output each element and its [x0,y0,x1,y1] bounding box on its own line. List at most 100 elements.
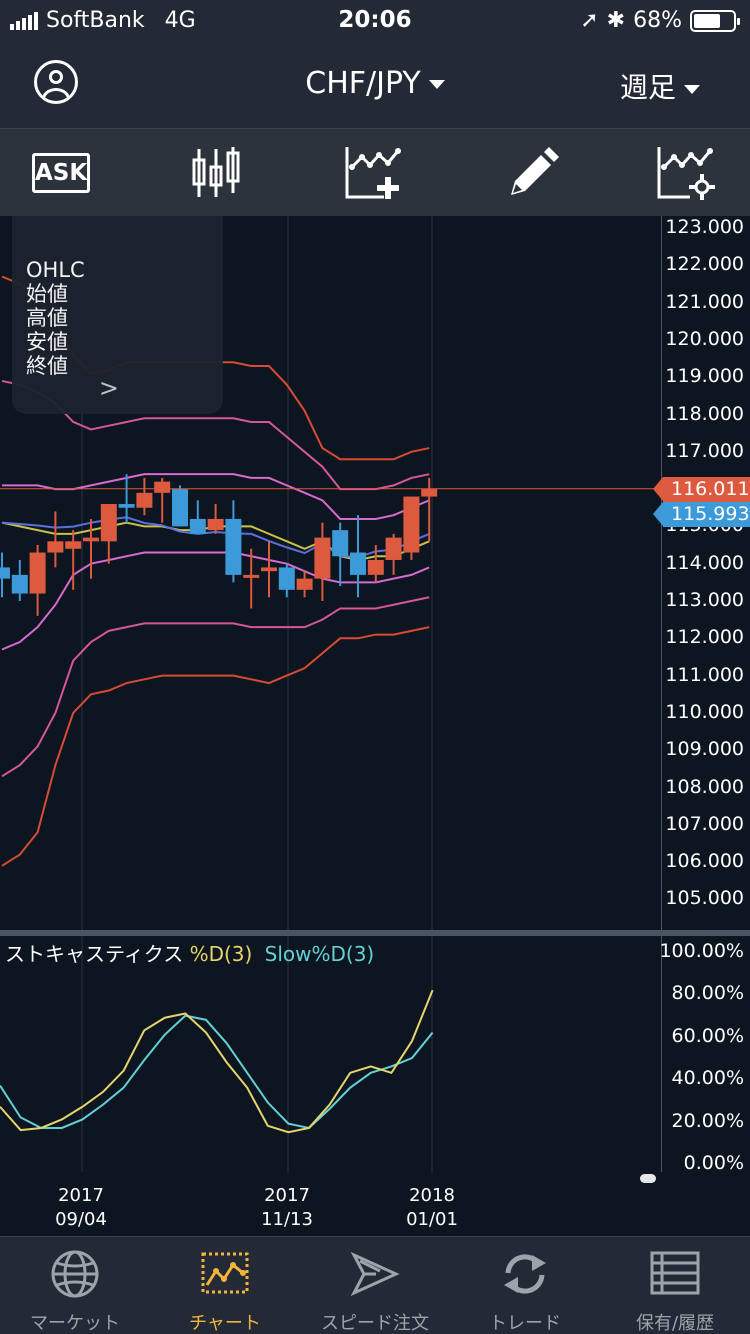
band-line-lower2 [1,596,430,778]
candle-body [0,567,10,579]
time-label-date: 09/04 [55,1209,107,1230]
stochastic-panel[interactable]: ストキャスティクス %D(3) Slow%D(3) 100.00% 80.00% 6… [0,936,750,1174]
candle-body [172,489,188,527]
tab-market[interactable]: マーケット [0,1237,150,1334]
list-icon [650,1251,700,1295]
tab-speed-order[interactable]: スピード注文 [300,1237,450,1334]
candlestick-icon [192,147,240,197]
period-selector[interactable]: 週足 [620,66,700,106]
stochastic-title: ストキャスティクス %D(3) Slow%D(3) [5,938,374,967]
chart-type-button[interactable] [188,145,248,201]
stochastic-slow-label: Slow%D(3) [264,942,375,966]
candle-body [350,552,366,575]
price-tick-label: 117.000 [665,439,744,462]
time-label-date: 11/13 [261,1209,313,1230]
stochastic-d-label: %D(3) [189,942,253,966]
bluetooth-icon: ✱ [606,8,626,33]
price-tick-label: 111.000 [665,663,744,686]
ohlc-panel[interactable]: OHLC 始値 高値 安値 終値 > [12,216,223,414]
ohlc-open-label: 始値 [26,282,68,306]
stochastic-plot [0,936,434,1172]
candle-body [29,552,46,594]
time-axis: 2017 09/04 2017 11/13 2018 01/01 [0,1172,750,1236]
time-label: 2017 11/13 [247,1184,327,1232]
candle-body [118,504,135,508]
currency-pair-label: CHF/JPY [305,66,421,101]
globe-icon [51,1250,99,1298]
chart-icon [201,1252,249,1294]
band-line-lower3 [1,626,430,867]
speed-order-icon [350,1251,400,1297]
time-label-date: 01/01 [406,1209,458,1230]
refresh-icon [504,1254,546,1294]
status-bar: SoftBank 4G 20:06 ➚ ✱ 68% [0,0,750,42]
candle-body [367,559,384,575]
period-label: 週足 [619,71,676,104]
pencil-icon [511,147,559,195]
price-tick-label: 118.000 [665,402,744,425]
chevron-right-icon[interactable]: > [99,376,119,400]
candle-body [243,574,260,578]
stochastic-tick-label: 40.00% [671,1067,744,1090]
stochastic-d-line [0,989,434,1134]
price-tick-label: 112.000 [665,626,744,649]
price-tick-label: 123.000 [665,216,744,238]
stochastic-tick-label: 60.00% [671,1024,744,1047]
battery-label: 68% [633,8,682,33]
add-indicator-button[interactable] [344,145,404,201]
price-axis: 123.000 122.000 121.000 120.000 119.000 118.0… [661,216,750,930]
ohlc-low-label: 安値 [26,330,68,354]
candle-body [136,492,153,508]
ask-bid-toggle-button[interactable]: ASK [32,145,92,201]
price-tick-label: 107.000 [665,812,744,835]
price-tick-label: 122.000 [665,253,744,276]
tab-label: スピード注文 [321,1313,429,1334]
candle-body [261,567,277,572]
stochastic-slow-d-line [0,1014,434,1130]
candle-body [421,489,438,497]
candle-body [296,578,313,590]
bid-price-tag: 115.993 [653,501,750,527]
candle-body [65,541,82,549]
candle-body [83,537,99,542]
time-label-year: 2018 [409,1185,455,1206]
drawing-tool-button[interactable] [505,145,565,201]
time-label: 2017 09/04 [41,1184,121,1232]
candle-body [11,574,28,594]
chart-toolbar: ASK [0,128,750,216]
stochastic-tick-label: 80.00% [671,982,744,1005]
price-tick-label: 109.000 [665,738,744,761]
price-tick-label: 106.000 [665,850,744,873]
battery-icon [690,9,740,32]
tab-label: 保有/履歴 [635,1313,715,1334]
tab-bar: マーケット チャート スピード注文 トレード 保有/履歴 [0,1236,750,1334]
price-tick-label: 113.000 [665,589,744,611]
tab-chart[interactable]: チャート [150,1237,300,1334]
price-chart[interactable]: OHLC 始値 高値 安値 終値 > 123.000 122.000 121.000… [0,216,750,930]
candle-body [154,481,171,493]
tab-label: チャート [189,1313,261,1334]
ohlc-title: OHLC [26,258,85,282]
tab-trade[interactable]: トレード [450,1237,600,1334]
header: CHF/JPY 週足 [0,42,750,128]
app-root: SoftBank 4G 20:06 ➚ ✱ 68% CHF/JPY 週足 ASK [0,0,750,1334]
ask-label: ASK [32,153,90,193]
price-tick-label: 121.000 [665,290,744,313]
stochastic-tick-label: 20.00% [671,1109,744,1132]
price-tick-label: 114.000 [665,551,744,574]
price-tick-label: 108.000 [665,775,744,798]
candle-body [385,537,402,560]
price-tick-label: 119.000 [665,365,744,388]
candle-body [314,537,331,579]
tab-label: トレード [489,1313,561,1334]
stochastic-tick-label: 100.00% [659,940,744,962]
location-icon: ➚ [580,8,599,33]
ask-price-tag: 116.011 [653,476,750,502]
stochastic-name: ストキャスティクス [5,942,184,966]
candle-body [332,530,349,557]
scroll-indicator[interactable] [640,1174,656,1183]
indicator-settings-button[interactable] [656,145,716,201]
tab-positions-history[interactable]: 保有/履歴 [600,1237,750,1334]
chevron-down-icon [428,80,445,89]
chart-settings-icon [657,147,715,200]
